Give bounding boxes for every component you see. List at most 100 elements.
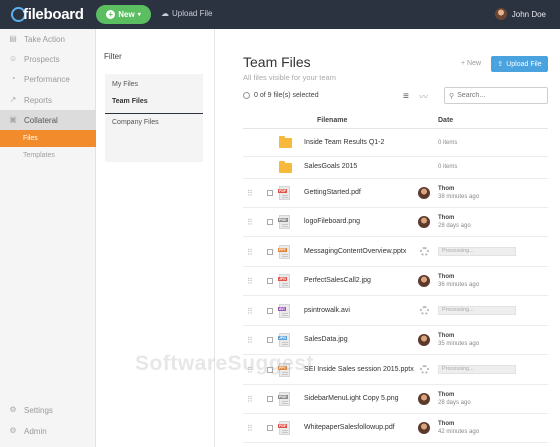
activity-view-icon[interactable]: 〰 (419, 90, 428, 103)
folder-icon (279, 136, 292, 148)
search-box[interactable]: ⚲ (444, 87, 548, 104)
row-checkbox[interactable] (267, 425, 273, 431)
file-name[interactable]: SidebarMenuLight Copy 5.png (304, 395, 399, 402)
owner-name: Thom (438, 274, 455, 280)
table-row[interactable]: ⠿ PDF GettingStarted.pdf Thom 38 minutes… (243, 179, 548, 208)
main-content: Team Files All files visible for your te… (215, 29, 560, 447)
drag-handle-icon[interactable]: ⠿ (247, 424, 253, 433)
filter-active-underline (105, 113, 203, 114)
sidebar-item-settings[interactable]: ⚙ Settings (0, 400, 96, 420)
timestamp: 28 days ago (438, 400, 471, 406)
table-row[interactable]: ⠿ PNG logoFileboard.png Thom 28 days ago (243, 208, 548, 237)
owner-name: Thom (438, 215, 455, 221)
row-checkbox[interactable] (267, 308, 273, 314)
table-row[interactable]: ⠿ PNG SidebarMenuLight Copy 5.png Thom 2… (243, 385, 548, 414)
drag-handle-icon[interactable]: ⠿ (247, 336, 253, 345)
file-name[interactable]: MessagingContentOverview.pptx (304, 248, 406, 255)
column-filename[interactable]: Filename (317, 117, 347, 124)
search-input[interactable] (457, 92, 538, 99)
file-name[interactable]: GettingStarted.pdf (304, 189, 361, 196)
table-row[interactable]: ⠿ PPT SEI Inside Sales session 2015.pptx… (243, 355, 548, 385)
row-checkbox[interactable] (267, 278, 273, 284)
table-row[interactable]: ⠿ JPG PerfectSalesCall2.jpg Thom 36 minu… (243, 267, 548, 296)
file-name[interactable]: PerfectSalesCall2.jpg (304, 277, 371, 284)
jpg-file-icon: JPG (278, 333, 290, 347)
sidebar-item-files[interactable]: Files (0, 130, 96, 147)
filter-title: Filter (104, 52, 122, 61)
png-file-icon: PNG (278, 215, 290, 229)
row-checkbox[interactable] (267, 337, 273, 343)
timestamp: 38 minutes ago (438, 194, 480, 200)
sidebar-item-prospects[interactable]: ☺ Prospects (0, 49, 96, 69)
timestamp: 42 minutes ago (438, 429, 480, 435)
chevron-down-icon: ▾ (137, 12, 141, 18)
avi-file-icon: AVI (278, 304, 290, 318)
sidebar-item-take-action[interactable]: ▤ Take Action (0, 29, 96, 49)
list-icon: ▤ (9, 34, 17, 43)
loading-spinner-icon (420, 365, 429, 374)
drag-handle-icon[interactable]: ⠿ (247, 248, 253, 257)
users-icon: ☺ (9, 54, 18, 63)
upload-file-link[interactable]: ☁ Upload File (161, 9, 212, 18)
drag-handle-icon[interactable]: ⠿ (247, 218, 253, 227)
column-date[interactable]: Date (438, 117, 453, 124)
select-all-radio[interactable] (243, 92, 250, 99)
pdf-file-icon: PDF (278, 421, 290, 435)
upload-file-button[interactable]: ⇪ Upload File (491, 56, 548, 72)
new-button[interactable]: + New ▾ (96, 5, 151, 24)
sidebar-item-reports[interactable]: ↗ Reports (0, 90, 96, 110)
drag-handle-icon[interactable]: ⠿ (247, 307, 253, 316)
avatar (418, 187, 430, 199)
file-name[interactable]: logoFileboard.png (304, 218, 360, 225)
user-menu[interactable]: John Doe (494, 8, 546, 20)
drag-handle-icon[interactable]: ⠿ (247, 366, 253, 375)
fileboard-logo[interactable]: fileboard (11, 5, 84, 24)
file-name[interactable]: SEI Inside Sales session 2015.pptx (304, 366, 414, 373)
row-checkbox[interactable] (267, 367, 273, 373)
sidebar: ▤ Take Action ☺ Prospects ◔ Performance … (0, 29, 96, 447)
table-row[interactable]: SalesGoals 2015 0 items (243, 157, 548, 179)
table-row[interactable]: Inside Team Results Q1-2 0 items (243, 129, 548, 157)
filter-my-files[interactable]: My Files (112, 81, 138, 88)
sidebar-item-performance[interactable]: ◔ Performance (0, 69, 96, 89)
file-name[interactable]: psintrowalk.avi (304, 307, 350, 314)
sidebar-item-admin[interactable]: ⚙ Admin (0, 421, 96, 441)
cloud-upload-icon: ☁ (161, 9, 169, 18)
table-row[interactable]: ⠿ AVI psintrowalk.avi Processing... (243, 296, 548, 326)
row-checkbox[interactable] (267, 396, 273, 402)
png-file-icon: PNG (278, 392, 290, 406)
drag-handle-icon[interactable]: ⠿ (247, 277, 253, 286)
drag-handle-icon[interactable]: ⠿ (247, 189, 253, 198)
row-checkbox[interactable] (267, 190, 273, 196)
table-row[interactable]: ⠿ PDF WhitepaperSalesfollowup.pdf Thom 4… (243, 414, 548, 443)
upload-button-label: Upload File (506, 60, 542, 68)
list-view-icon[interactable]: ≡ (403, 91, 409, 102)
filter-company-files[interactable]: Company Files (112, 119, 159, 126)
row-checkbox[interactable] (267, 249, 273, 255)
file-name[interactable]: Inside Team Results Q1-2 (304, 139, 384, 146)
row-checkbox[interactable] (267, 219, 273, 225)
avatar (494, 8, 507, 20)
filter-team-files[interactable]: Team Files (112, 98, 148, 105)
processing-bar: Processing... (438, 365, 516, 374)
file-name[interactable]: WhitepaperSalesfollowup.pdf (304, 424, 395, 431)
upload-icon: ⇪ (497, 61, 504, 68)
filter-panel: Filter My Files Team Files Company Files (96, 29, 215, 447)
sidebar-item-templates[interactable]: Templates (0, 147, 96, 164)
sidebar-item-label: Files (23, 135, 38, 142)
collateral-icon: ▣ (9, 115, 17, 124)
sidebar-item-collateral[interactable]: ▣ Collateral (0, 110, 96, 130)
file-name[interactable]: SalesData.jpg (304, 336, 348, 343)
folder-icon (279, 161, 292, 173)
file-name[interactable]: SalesGoals 2015 (304, 163, 357, 170)
new-link[interactable]: + New (461, 60, 481, 67)
loading-spinner-icon (420, 306, 429, 315)
table-row[interactable]: ⠿ PPT MessagingContentOverview.pptx Proc… (243, 237, 548, 267)
table-row[interactable]: ⠿ JPG SalesData.jpg Thom 35 minutes ago (243, 326, 548, 355)
avatar (418, 275, 430, 287)
plus-icon: + (106, 10, 116, 19)
avatar (418, 393, 430, 405)
upload-file-label: Upload File (172, 9, 213, 18)
owner-name: Thom (438, 186, 455, 192)
drag-handle-icon[interactable]: ⠿ (247, 395, 253, 404)
